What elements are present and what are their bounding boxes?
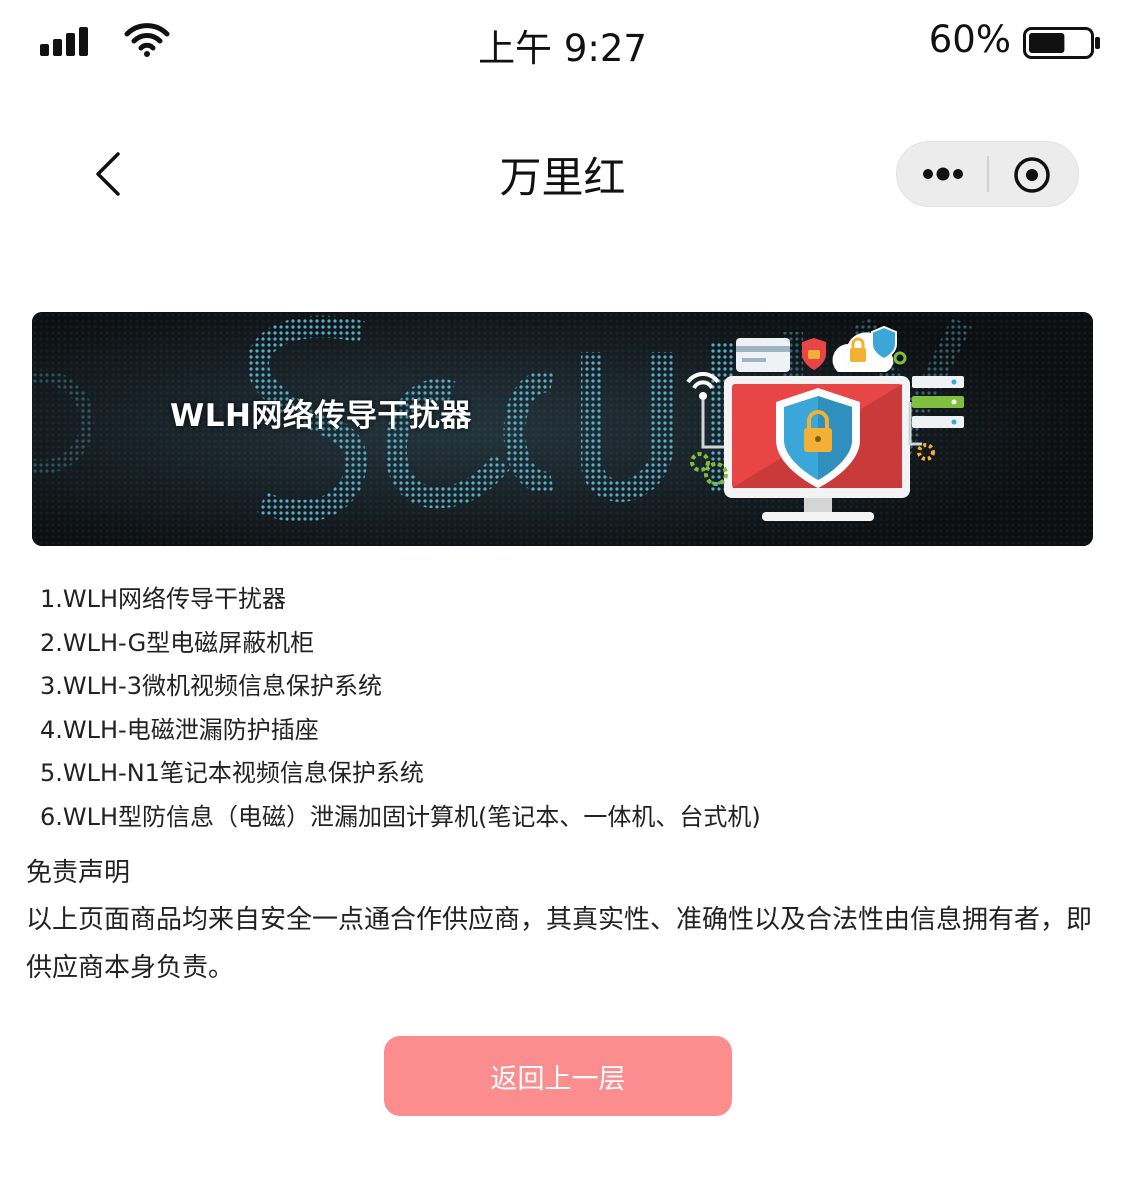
battery-percent: 60% <box>928 18 1011 61</box>
disclaimer-title: 免责声明 <box>26 858 131 888</box>
battery-icon <box>1023 27 1100 59</box>
mini-program-capsule <box>896 141 1079 207</box>
list-item: 2.WLH-G型电磁屏蔽机柜 <box>40 628 315 657</box>
list-item: 1.WLH网络传导干扰器 <box>40 585 287 613</box>
banner-title: WLH网络传导干扰器 <box>170 398 472 434</box>
target-circle-icon[interactable] <box>989 142 1079 206</box>
disclaimer-text: 以上页面商品均来自安全一点通合作供应商，其真实性、准确性以及合法性由信息拥有者，… <box>26 905 1093 983</box>
list-item: 5.WLH-N1笔记本视频信息保护系统 <box>40 759 424 787</box>
status-bar: 上午 9:27 60% <box>0 0 1125 84</box>
nav-bar: 万里红 <box>0 120 1125 230</box>
list-item: 6.WLH型防信息（电磁）泄漏加固计算机(笔记本、一体机、台式机) <box>40 802 761 831</box>
list-item: 3.WLH-3微机视频信息保护系统 <box>40 672 382 700</box>
list-item: 4.WLH-电磁泄漏防护插座 <box>40 715 319 744</box>
product-banner: WLH网络传导干扰器 <box>32 312 1093 546</box>
back-up-button[interactable]: 返回上一层 <box>384 1036 732 1116</box>
product-list: 1.WLH网络传导干扰器 2.WLH-G型电磁屏蔽机柜 3.WLH-3微机视频信… <box>40 578 761 839</box>
more-dots-icon[interactable] <box>897 142 987 206</box>
